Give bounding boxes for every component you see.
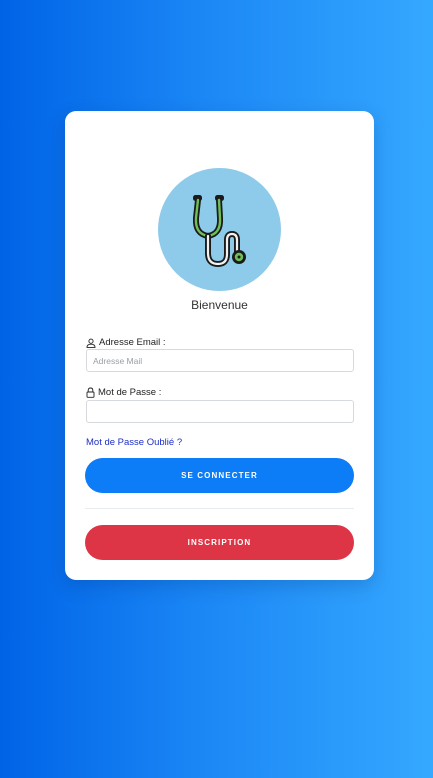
email-input[interactable]: [86, 349, 354, 372]
logo-avatar: [158, 168, 281, 291]
password-label: Mot de Passe :: [86, 387, 161, 398]
lock-icon: [86, 387, 95, 398]
user-icon: [86, 338, 96, 348]
login-card: Bienvenue Adresse Email : Mot de Passe :…: [65, 111, 374, 580]
welcome-heading: Bienvenue: [191, 298, 248, 312]
login-button[interactable]: SE CONNECTER: [85, 458, 354, 493]
email-label: Adresse Email :: [86, 337, 166, 348]
password-label-text: Mot de Passe :: [98, 387, 162, 398]
divider: [85, 508, 354, 509]
signup-button[interactable]: INSCRIPTION: [85, 525, 354, 560]
password-input[interactable]: [86, 400, 354, 423]
stethoscope-icon: [192, 195, 246, 267]
email-label-text: Adresse Email :: [99, 337, 166, 348]
forgot-password-link[interactable]: Mot de Passe Oublié ?: [86, 437, 182, 448]
